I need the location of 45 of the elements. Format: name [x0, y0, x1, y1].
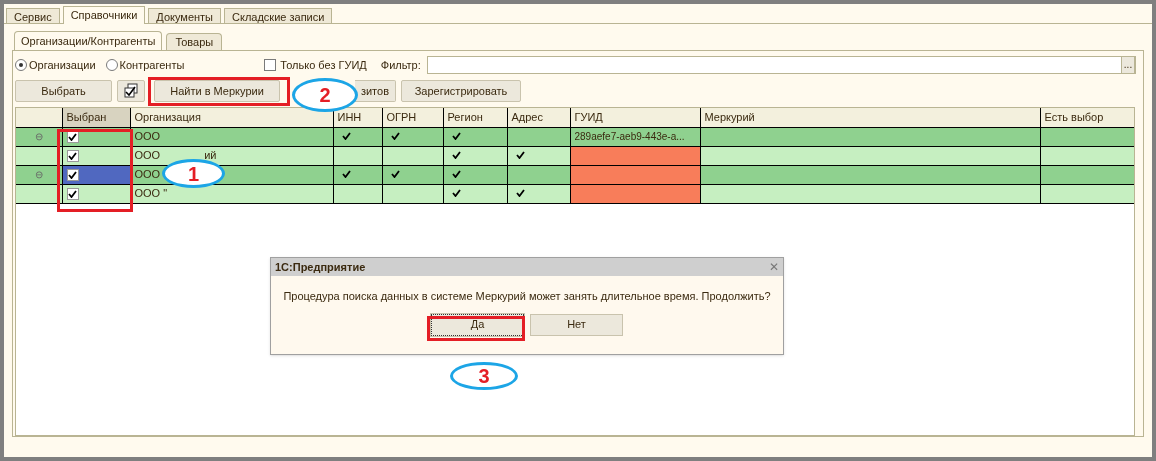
dialog-message: Процедура поиска данных в системе Меркурий может занять длительное время. Продолжить?	[283, 289, 771, 304]
column-header[interactable]: Выбран	[62, 108, 130, 127]
requisites-button[interactable]: зитов	[355, 80, 396, 102]
column-header[interactable]: ГУИД	[570, 108, 700, 127]
dialog-title: 1С:Предприятие	[275, 259, 366, 275]
checkbox[interactable]	[66, 169, 79, 182]
tab[interactable]: Организации/Контрагенты	[14, 31, 163, 51]
guid-text: 289aefe7-aeb9-443e-a...	[574, 131, 685, 143]
organization-name: ООО	[134, 129, 161, 145]
find-in-mercury-button[interactable]: Найти в Меркурии	[154, 80, 280, 102]
organization-name: ООО	[134, 167, 161, 183]
checkbox[interactable]	[66, 188, 79, 201]
checkboxes-icon	[123, 83, 139, 99]
register-button[interactable]: Зарегистрировать	[401, 80, 521, 102]
tab[interactable]: Справочники	[62, 6, 146, 24]
radio-label: Контрагенты	[119, 57, 185, 73]
column-header[interactable]: Адрес	[507, 108, 570, 127]
check-mark-icon	[390, 170, 400, 179]
column-header[interactable]: Есть выбор	[1040, 108, 1134, 127]
check-mark-icon	[390, 132, 400, 141]
check-mark-icon	[515, 189, 525, 198]
tab[interactable]: Складские записи	[224, 8, 333, 23]
filter-select-button[interactable]: ...	[1121, 56, 1135, 74]
organization-name: ООО	[134, 148, 161, 164]
check-mark-icon	[341, 170, 351, 179]
checklist-button[interactable]	[117, 80, 145, 102]
tab[interactable]: Товары	[166, 33, 223, 50]
radio-button[interactable]	[15, 59, 27, 71]
checkbox[interactable]	[264, 59, 277, 71]
tab[interactable]: Документы	[148, 8, 221, 23]
radio-label: Организации	[29, 57, 96, 73]
dialog-button[interactable]: Нет	[530, 313, 623, 336]
radio-button[interactable]	[105, 59, 118, 71]
tab[interactable]: Сервис	[6, 8, 60, 23]
column-header[interactable]: ОГРН	[382, 108, 443, 127]
checkbox-label: Только без ГУИД	[280, 57, 367, 73]
checkbox[interactable]	[66, 150, 79, 163]
check-mark-icon	[341, 132, 351, 141]
filter-field[interactable]	[426, 56, 1136, 74]
check-mark-icon	[515, 151, 525, 160]
organization-name: ООО "	[134, 186, 168, 202]
select-button[interactable]: Выбрать	[15, 80, 112, 102]
column-header[interactable]: Меркурий	[700, 108, 1040, 127]
column-header[interactable]: Регион	[443, 108, 507, 127]
filter-label: Фильтр:	[380, 57, 421, 73]
